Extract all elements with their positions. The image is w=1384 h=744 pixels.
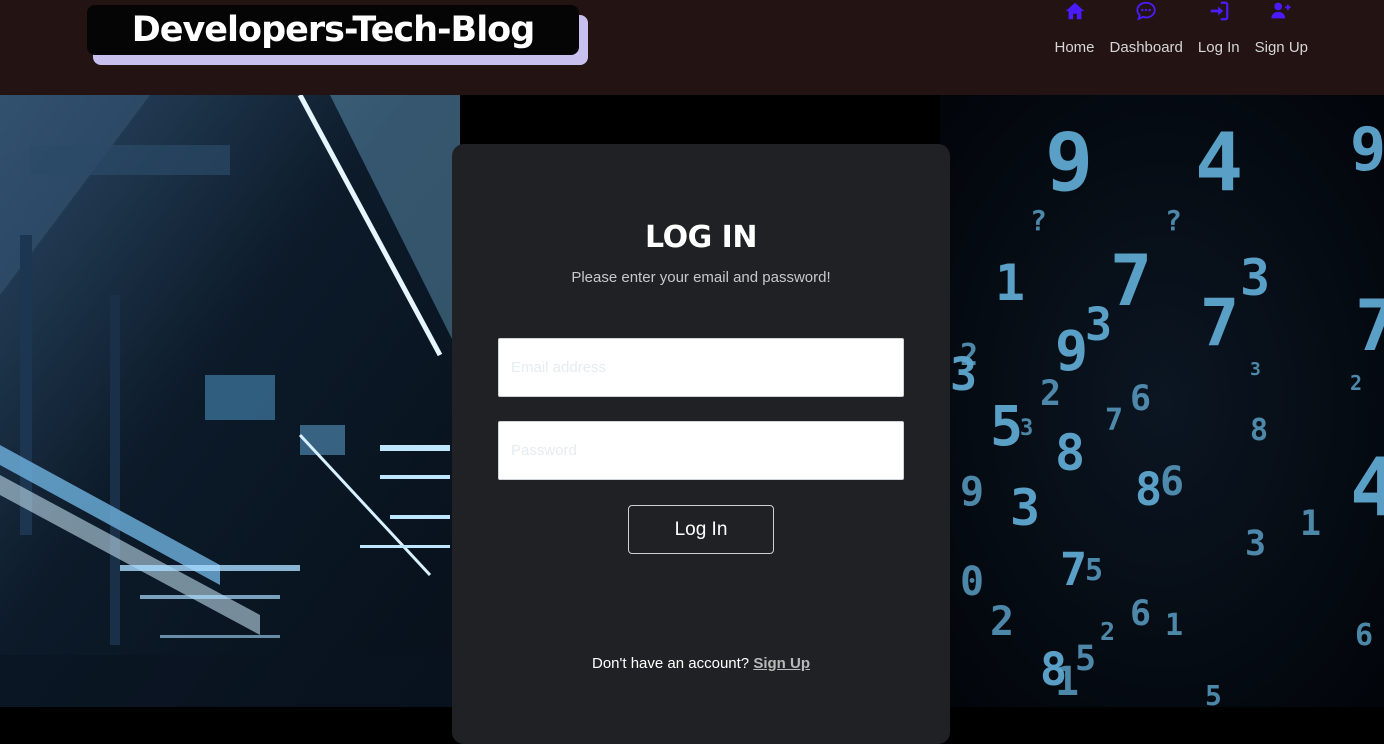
- background-digit: 5: [1085, 553, 1103, 588]
- background-digit: 9: [960, 469, 984, 515]
- background-digit: 7: [1355, 285, 1384, 367]
- nav-label-login: Log In: [1197, 39, 1240, 56]
- background-digit: 1: [995, 254, 1025, 312]
- background-digit: 2: [1040, 374, 1061, 414]
- nav-item-dashboard[interactable]: Dashboard: [1110, 0, 1183, 60]
- background-digit: 2: [960, 338, 978, 373]
- background-digit: 8: [1250, 413, 1268, 448]
- signup-link[interactable]: Sign Up: [753, 655, 810, 672]
- login-title: LOG IN: [645, 220, 757, 255]
- background-digit: 3: [1020, 416, 1033, 441]
- email-field[interactable]: [498, 338, 904, 397]
- signup-prompt-text: Don't have an account?: [592, 655, 750, 672]
- nav-label-dashboard: Dashboard: [1109, 39, 1183, 56]
- background-digit: 5: [990, 394, 1023, 458]
- nav-label-signup: Sign Up: [1254, 39, 1308, 56]
- background-digit: 2: [990, 599, 1014, 645]
- login-card: LOG IN Please enter your email and passw…: [452, 144, 950, 744]
- background-digit: 3: [1240, 249, 1270, 307]
- background-digit: 8: [1135, 463, 1162, 516]
- background-digit: 1: [1300, 504, 1321, 544]
- nav-item-login[interactable]: Log In: [1198, 0, 1240, 60]
- background-digit: 5: [1205, 679, 1222, 707]
- background-digit: 6: [1160, 459, 1184, 505]
- background-digit: 3: [1010, 479, 1040, 537]
- background-digit: 2: [1100, 617, 1115, 646]
- logo[interactable]: Developers-Tech-Blog: [87, 5, 589, 65]
- nav-item-signup[interactable]: Sign Up: [1255, 0, 1308, 60]
- password-field[interactable]: [498, 421, 904, 480]
- background-digit: 3: [1245, 524, 1266, 564]
- background-digit: 7: [1060, 543, 1087, 596]
- background-digit: 7: [1105, 403, 1123, 438]
- background-digit: 7: [1110, 240, 1152, 322]
- background-digit: 8: [1055, 424, 1085, 482]
- login-button[interactable]: Log In: [628, 505, 774, 554]
- login-subtitle: Please enter your email and password!: [571, 269, 831, 286]
- background-digit: 6: [1355, 618, 1373, 653]
- sign-in-icon: [1210, 1, 1229, 21]
- background-digit: 1: [1165, 608, 1183, 643]
- main-nav: Home Dashboard Log In Sign Up: [1055, 0, 1308, 60]
- background-digit: 9: [1350, 115, 1384, 185]
- nav-item-home[interactable]: Home: [1055, 0, 1095, 60]
- background-digit: 6: [1130, 379, 1151, 419]
- background-digit: 4: [1195, 116, 1243, 209]
- background-digit: 9: [1045, 116, 1093, 209]
- logo-text[interactable]: Developers-Tech-Blog: [87, 5, 579, 55]
- user-plus-icon: [1271, 2, 1291, 19]
- background-digit: 7: [1200, 286, 1239, 361]
- nav-label-home: Home: [1054, 39, 1095, 56]
- background-digit: 3: [1085, 298, 1112, 351]
- background-digit: ?: [1030, 204, 1047, 237]
- site-header: Developers-Tech-Blog Home Dashboard Log …: [0, 0, 1384, 95]
- background-digit: 1: [1055, 659, 1079, 705]
- background-digit: 4: [1350, 441, 1384, 534]
- background-digit: 0: [960, 559, 984, 605]
- background-digit: ?: [1165, 204, 1182, 237]
- home-icon: [1065, 2, 1084, 20]
- background-digit: 3: [1250, 359, 1261, 380]
- signup-prompt: Don't have an account? Sign Up: [452, 654, 950, 674]
- background-digit: 6: [1130, 594, 1151, 634]
- background-digit: 2: [1350, 371, 1362, 395]
- chat-bubble-icon: [1136, 1, 1156, 21]
